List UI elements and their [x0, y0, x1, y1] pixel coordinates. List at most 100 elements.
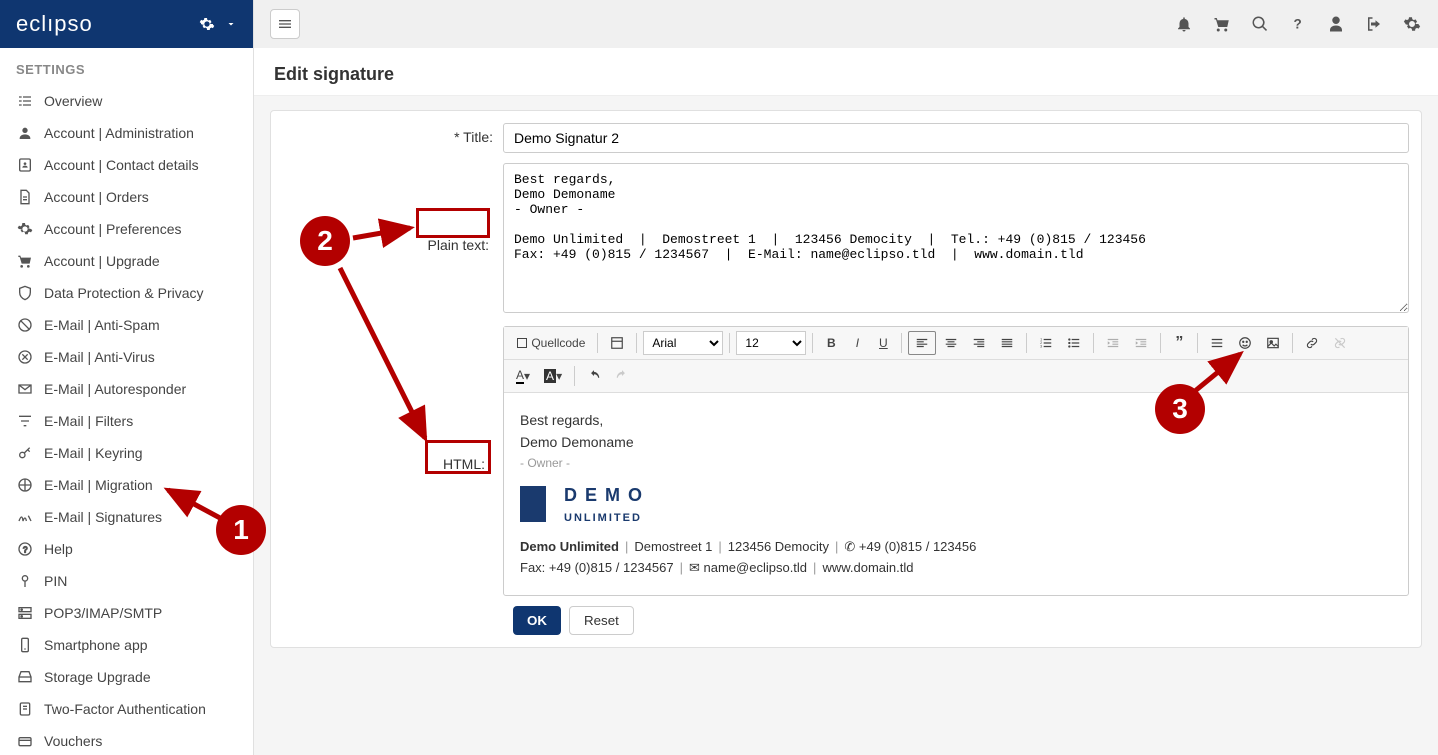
sidebar-item-overview[interactable]: Overview	[0, 85, 253, 117]
sidebar-item-vouchers[interactable]: Vouchers	[0, 725, 253, 755]
sidebar-item-label: Help	[44, 541, 73, 557]
align-left-button[interactable]	[908, 331, 936, 355]
link-button[interactable]	[1299, 331, 1325, 355]
sidebar-item-label: Account | Contact details	[44, 157, 199, 173]
editor-toolbar-row2: A▾ A▾	[504, 360, 1408, 393]
twofa-icon	[16, 700, 34, 718]
font-select[interactable]: Arial	[643, 331, 723, 355]
editor-toolbar: Quellcode Arial 12 B I U	[504, 327, 1408, 360]
svg-text:?: ?	[1294, 17, 1302, 32]
sig-owner: - Owner -	[520, 454, 1392, 473]
emoji-button[interactable]	[1232, 331, 1258, 355]
align-right-button[interactable]	[966, 331, 992, 355]
bold-button[interactable]: B	[819, 331, 843, 355]
sidebar-item-account-upgrade[interactable]: Account | Upgrade	[0, 245, 253, 277]
sig-logo: DEMO UNLIMITED	[520, 481, 1392, 527]
editor-body[interactable]: Best regards, Demo Demoname - Owner - DE…	[504, 393, 1408, 595]
source-button[interactable]: Quellcode	[510, 331, 591, 355]
cart-icon[interactable]	[1212, 14, 1232, 34]
ok-button[interactable]: OK	[513, 606, 561, 635]
sidebar-item-e-mail-signatures[interactable]: E-Mail | Signatures	[0, 501, 253, 533]
main-area: ? Edit signature * Title: Plain text:	[254, 0, 1438, 755]
redo-button[interactable]	[609, 364, 635, 388]
sidebar-item-help[interactable]: ?Help	[0, 533, 253, 565]
bgcolor-button[interactable]: A▾	[538, 364, 568, 388]
filter-icon	[16, 412, 34, 430]
cart-icon	[16, 252, 34, 270]
file-icon	[16, 188, 34, 206]
pin-icon	[16, 572, 34, 590]
plaintext-textarea[interactable]	[503, 163, 1409, 313]
italic-button[interactable]: I	[845, 331, 869, 355]
settings-icon[interactable]	[1402, 14, 1422, 34]
sidebar-item-label: E-Mail | Signatures	[44, 509, 162, 525]
indent-button[interactable]	[1128, 331, 1154, 355]
search-icon[interactable]	[1250, 14, 1270, 34]
signature-icon	[16, 508, 34, 526]
title-label: * Title:	[283, 123, 503, 145]
hr-button[interactable]	[1204, 331, 1230, 355]
sidebar-item-two-factor-authentication[interactable]: Two-Factor Authentication	[0, 693, 253, 725]
sidebar-item-account-administration[interactable]: Account | Administration	[0, 117, 253, 149]
sidebar-item-account-contact-details[interactable]: Account | Contact details	[0, 149, 253, 181]
sidebar-item-pop3-imap-smtp[interactable]: POP3/IMAP/SMTP	[0, 597, 253, 629]
user-icon[interactable]	[1326, 14, 1346, 34]
textcolor-button[interactable]: A▾	[510, 364, 536, 388]
sidebar-item-pin[interactable]: PIN	[0, 565, 253, 597]
list-icon	[16, 92, 34, 110]
title-input[interactable]	[503, 123, 1409, 153]
user-icon	[16, 124, 34, 142]
logo-square	[520, 486, 546, 522]
bell-icon[interactable]	[1174, 14, 1194, 34]
sig-contact-line: Fax: +49 (0)815 / 1234567|✉ name@eclipso…	[520, 558, 1392, 579]
sidebar-item-account-preferences[interactable]: Account | Preferences	[0, 213, 253, 245]
sidebar-item-e-mail-anti-spam[interactable]: E-Mail | Anti-Spam	[0, 309, 253, 341]
template-button[interactable]	[604, 331, 630, 355]
sidebar-item-e-mail-keyring[interactable]: E-Mail | Keyring	[0, 437, 253, 469]
sidebar-item-e-mail-autoresponder[interactable]: E-Mail | Autoresponder	[0, 373, 253, 405]
undo-button[interactable]	[581, 364, 607, 388]
html-label: HTML:	[435, 452, 493, 476]
size-select[interactable]: 12	[736, 331, 806, 355]
chevron-down-icon[interactable]	[225, 18, 237, 30]
sidebar-item-label: E-Mail | Anti-Spam	[44, 317, 160, 333]
gear-icon[interactable]	[199, 16, 215, 32]
ordered-list-button[interactable]: 123	[1033, 331, 1059, 355]
unlink-button[interactable]	[1327, 331, 1353, 355]
sidebar-item-storage-upgrade[interactable]: Storage Upgrade	[0, 661, 253, 693]
html-editor: Quellcode Arial 12 B I U	[503, 326, 1409, 596]
underline-button[interactable]: U	[871, 331, 895, 355]
logo-text-small: UNLIMITED	[564, 510, 650, 528]
image-button[interactable]	[1260, 331, 1286, 355]
sidebar-item-label: E-Mail | Filters	[44, 413, 133, 429]
align-justify-button[interactable]	[994, 331, 1020, 355]
migrate-icon	[16, 476, 34, 494]
sidebar-item-label: Vouchers	[44, 733, 102, 749]
sig-address-line: Demo Unlimited|Demostreet 1|123456 Democ…	[520, 537, 1392, 558]
sidebar-item-label: E-Mail | Autoresponder	[44, 381, 186, 397]
page-title: Edit signature	[254, 48, 1438, 96]
sidebar-item-e-mail-anti-virus[interactable]: E-Mail | Anti-Virus	[0, 341, 253, 373]
brand-logo: eclıpso	[16, 11, 93, 37]
help-icon[interactable]: ?	[1288, 14, 1308, 34]
outdent-button[interactable]	[1100, 331, 1126, 355]
sidebar-item-account-orders[interactable]: Account | Orders	[0, 181, 253, 213]
plaintext-label: Plain text:	[424, 233, 493, 257]
hamburger-button[interactable]	[270, 9, 300, 39]
sidebar-item-label: Account | Preferences	[44, 221, 181, 237]
contact-icon	[16, 156, 34, 174]
sidebar-item-data-protection-privacy[interactable]: Data Protection & Privacy	[0, 277, 253, 309]
sidebar-item-label: E-Mail | Anti-Virus	[44, 349, 155, 365]
align-center-button[interactable]	[938, 331, 964, 355]
logout-icon[interactable]	[1364, 14, 1384, 34]
server-icon	[16, 604, 34, 622]
voucher-icon	[16, 732, 34, 750]
sidebar-item-smartphone-app[interactable]: Smartphone app	[0, 629, 253, 661]
blockquote-button[interactable]: ”	[1167, 331, 1191, 355]
sidebar: eclıpso SETTINGS OverviewAccount | Admin…	[0, 0, 254, 755]
sidebar-item-e-mail-migration[interactable]: E-Mail | Migration	[0, 469, 253, 501]
sidebar-item-e-mail-filters[interactable]: E-Mail | Filters	[0, 405, 253, 437]
unordered-list-button[interactable]	[1061, 331, 1087, 355]
phone-icon	[16, 636, 34, 654]
reset-button[interactable]: Reset	[569, 606, 634, 635]
